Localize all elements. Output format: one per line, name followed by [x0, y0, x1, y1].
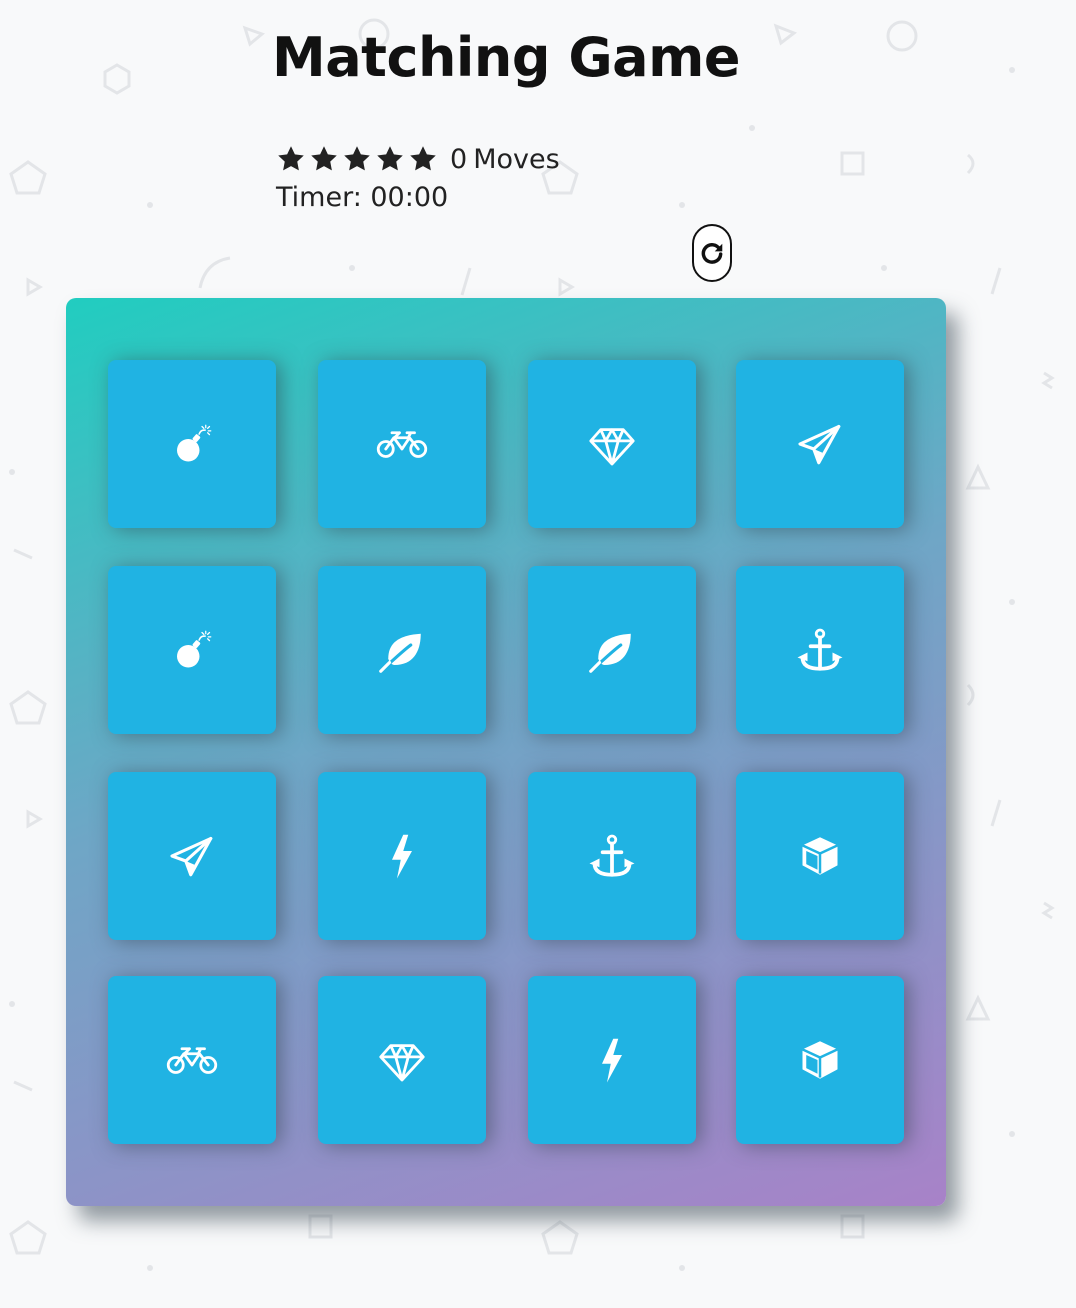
star-icon	[410, 146, 436, 171]
card[interactable]	[528, 360, 696, 528]
bicycle-icon	[376, 431, 428, 458]
star-icon	[377, 146, 403, 171]
moves-label: Moves	[473, 143, 560, 175]
card[interactable]	[736, 566, 904, 734]
cube-icon	[801, 837, 839, 875]
card[interactable]	[108, 566, 276, 734]
timer: Timer: 00:00	[276, 182, 449, 213]
card[interactable]	[736, 772, 904, 940]
card[interactable]	[528, 772, 696, 940]
card-deck	[66, 298, 946, 1206]
card[interactable]	[318, 566, 486, 734]
star-icon	[344, 146, 370, 171]
page-title: Matching Game	[271, 26, 741, 89]
paper-plane-icon	[170, 836, 213, 877]
moves-count: 0	[450, 143, 468, 175]
anchor-icon	[797, 628, 843, 671]
bomb-icon	[177, 424, 212, 462]
card[interactable]	[736, 976, 904, 1144]
card[interactable]	[318, 772, 486, 940]
anchor-icon	[589, 834, 635, 877]
card[interactable]	[318, 976, 486, 1144]
moves-counter: 0 Moves	[450, 144, 566, 175]
cube-icon	[801, 1041, 839, 1079]
paper-plane-icon	[798, 424, 841, 465]
star-rating	[276, 144, 438, 174]
star-icon	[311, 146, 337, 171]
bolt-icon	[602, 1038, 622, 1083]
diamond-icon	[589, 428, 635, 466]
card[interactable]	[528, 976, 696, 1144]
bolt-icon	[392, 834, 412, 879]
card[interactable]	[528, 566, 696, 734]
leaf-icon	[379, 633, 421, 673]
restart-button[interactable]	[692, 224, 732, 282]
card[interactable]	[736, 360, 904, 528]
card[interactable]	[318, 360, 486, 528]
stars-moves-row: 0 Moves	[276, 140, 746, 178]
card[interactable]	[108, 772, 276, 940]
bicycle-icon	[166, 1047, 218, 1074]
diamond-icon	[379, 1044, 425, 1082]
leaf-icon	[589, 633, 631, 673]
bomb-icon	[177, 630, 212, 668]
star-icon	[278, 146, 304, 171]
repeat-icon	[701, 243, 723, 264]
score-panel: 0 Moves Timer: 00:00	[276, 140, 746, 214]
card[interactable]	[108, 360, 276, 528]
card[interactable]	[108, 976, 276, 1144]
